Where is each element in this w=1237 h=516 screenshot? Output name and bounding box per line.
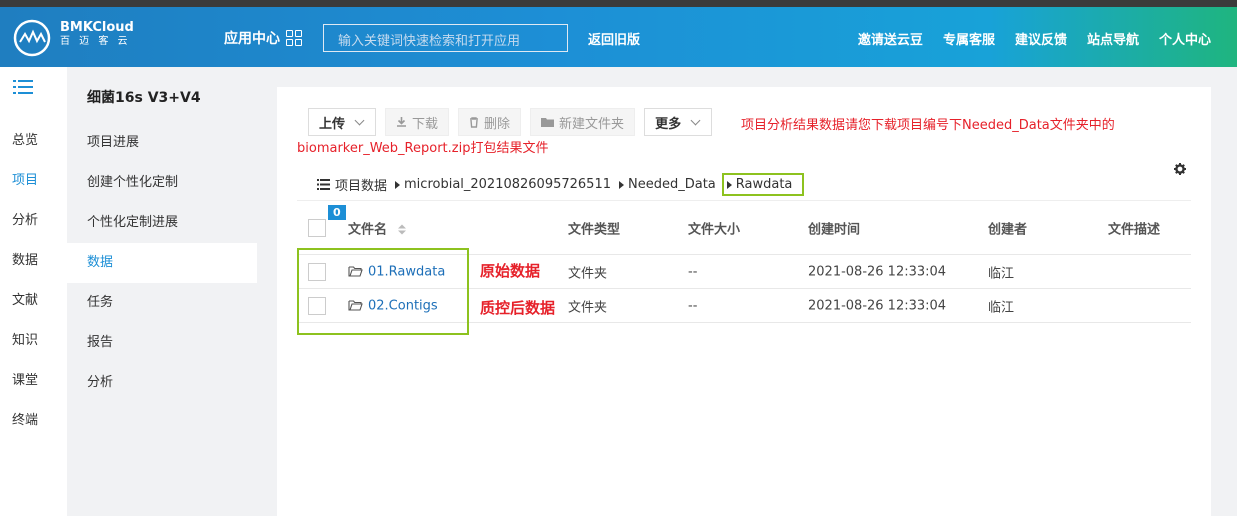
delete-label: 删除 <box>484 116 511 132</box>
sort-icon[interactable] <box>397 224 406 235</box>
chevron-down-icon <box>354 115 365 126</box>
upload-button[interactable]: 上传 <box>308 108 377 136</box>
select-all-checkbox[interactable] <box>308 218 326 237</box>
window-top-strip <box>0 0 1237 7</box>
table-header: 0 文件名 文件类型 文件大小 创建时间 创建者 文件描述 <box>297 200 1191 255</box>
nav-invite[interactable]: 邀请送云豆 <box>858 29 923 48</box>
gear-icon[interactable] <box>1174 163 1186 175</box>
file-type: 文件夹 <box>568 266 608 281</box>
download-icon <box>397 116 407 127</box>
menu-list-icon[interactable] <box>13 80 33 94</box>
app-search-input[interactable]: 输入关键词快速检索和打开应用 <box>323 24 568 52</box>
primary-sidebar: 总览 项目 分析 数据 文献 知识 课堂 终端 <box>0 67 67 516</box>
column-header-creator: 创建者 <box>988 222 1028 237</box>
nav-support[interactable]: 专属客服 <box>943 29 995 48</box>
delete-button[interactable]: 删除 <box>458 108 522 136</box>
project-menu-data[interactable]: 数据 <box>67 243 257 283</box>
selected-count-badge: 0 <box>328 205 346 220</box>
breadcrumb-current-highlight: Rawdata <box>721 173 805 196</box>
column-filename-label: 文件名 <box>348 222 388 237</box>
trash-icon <box>470 116 479 128</box>
app-grid-icon <box>286 30 302 46</box>
toolbar: 上传 下载 删除 新建文件夹 更多 <box>308 108 713 136</box>
column-header-type: 文件类型 <box>568 222 621 237</box>
project-title: 细菌16s V3+V4 <box>87 90 201 106</box>
nav-feedback[interactable]: 建议反馈 <box>1015 29 1067 48</box>
file-size: -- <box>688 298 698 313</box>
column-header-filename[interactable]: 文件名 <box>348 218 406 237</box>
project-menu-tasks[interactable]: 任务 <box>67 283 257 323</box>
nav-personal-center[interactable]: 个人中心 <box>1159 29 1211 48</box>
breadcrumb-caret-icon <box>726 180 732 189</box>
project-menu-custom-progress[interactable]: 个性化定制进展 <box>67 203 257 243</box>
breadcrumb: 项目数据 microbial_20210826095726511 Needed_… <box>317 173 805 196</box>
app-center-label: 应用中心 <box>224 31 280 47</box>
annotation-highlight-box <box>297 248 469 335</box>
file-created-time: 2021-08-26 12:33:04 <box>808 298 947 313</box>
download-notice: 项目分析结果数据请您下载项目编号下Needed_Data文件夹中的 <box>741 118 1115 133</box>
brand-subtitle: 百 迈 客 云 <box>60 36 131 47</box>
project-menu-create-custom[interactable]: 创建个性化定制 <box>67 163 257 203</box>
sidebar-item-overview[interactable]: 总览 <box>12 133 38 173</box>
sidebar-item-project[interactable]: 项目 <box>12 173 38 213</box>
folder-icon <box>541 118 555 127</box>
chevron-down-icon <box>690 115 701 126</box>
sidebar-item-literature[interactable]: 文献 <box>12 293 38 333</box>
download-button[interactable]: 下载 <box>385 108 450 136</box>
top-header: BMKCloud 百 迈 客 云 应用中心 输入关键词快速检索和打开应用 返回旧… <box>0 7 1237 67</box>
nav-sitemap[interactable]: 站点导航 <box>1087 29 1139 48</box>
breadcrumb-caret-icon <box>619 180 624 189</box>
sidebar-item-knowledge[interactable]: 知识 <box>12 333 38 373</box>
column-header-description: 文件描述 <box>1108 222 1161 237</box>
new-folder-label: 新建文件夹 <box>559 116 625 132</box>
download-notice-continued: biomarker_Web_Report.zip打包结果文件 <box>297 141 549 156</box>
project-sidebar: 细菌16s V3+V4 项目进展 创建个性化定制 个性化定制进展 数据 任务 报… <box>67 67 257 516</box>
top-nav: 邀请送云豆 专属客服 建议反馈 站点导航 个人中心 <box>858 29 1211 48</box>
sidebar-item-classroom[interactable]: 课堂 <box>12 373 38 413</box>
app-center-button[interactable]: 应用中心 <box>224 28 302 48</box>
annotation-raw-data: 原始数据 <box>480 262 541 280</box>
project-menu-analysis[interactable]: 分析 <box>67 363 257 403</box>
file-size: -- <box>688 264 698 279</box>
breadcrumb-needed-data[interactable]: Needed_Data <box>628 177 716 192</box>
sidebar-item-terminal[interactable]: 终端 <box>12 413 38 453</box>
breadcrumb-current[interactable]: Rawdata <box>736 177 793 192</box>
new-folder-button[interactable]: 新建文件夹 <box>530 108 636 136</box>
upload-label: 上传 <box>319 116 346 132</box>
sidebar-item-data[interactable]: 数据 <box>12 253 38 293</box>
list-icon <box>317 179 330 190</box>
file-type: 文件夹 <box>568 300 608 315</box>
annotation-qc-data: 质控后数据 <box>480 299 556 317</box>
breadcrumb-project[interactable]: microbial_20210826095726511 <box>404 177 611 192</box>
file-created-time: 2021-08-26 12:33:04 <box>808 264 947 279</box>
column-header-size: 文件大小 <box>688 222 741 237</box>
more-button[interactable]: 更多 <box>644 108 713 136</box>
project-menu-progress[interactable]: 项目进展 <box>67 123 257 163</box>
back-to-old-version-link[interactable]: 返回旧版 <box>588 29 640 48</box>
sidebar-item-analysis[interactable]: 分析 <box>12 213 38 253</box>
more-label: 更多 <box>655 116 682 132</box>
project-menu-reports[interactable]: 报告 <box>67 323 257 363</box>
bmkcloud-logo-icon[interactable] <box>12 18 52 58</box>
breadcrumb-root[interactable]: 项目数据 <box>335 175 387 194</box>
file-creator: 临江 <box>988 300 1015 315</box>
brand-name: BMKCloud <box>60 20 134 35</box>
data-panel: 上传 下载 删除 新建文件夹 更多 项目分析结果数据请您下载项目编号下Neede… <box>277 87 1211 516</box>
download-label: 下载 <box>412 116 439 132</box>
breadcrumb-caret-icon <box>395 180 401 189</box>
column-header-created: 创建时间 <box>808 222 861 237</box>
brand: BMKCloud 百 迈 客 云 <box>60 21 134 49</box>
file-creator: 临江 <box>988 266 1015 281</box>
